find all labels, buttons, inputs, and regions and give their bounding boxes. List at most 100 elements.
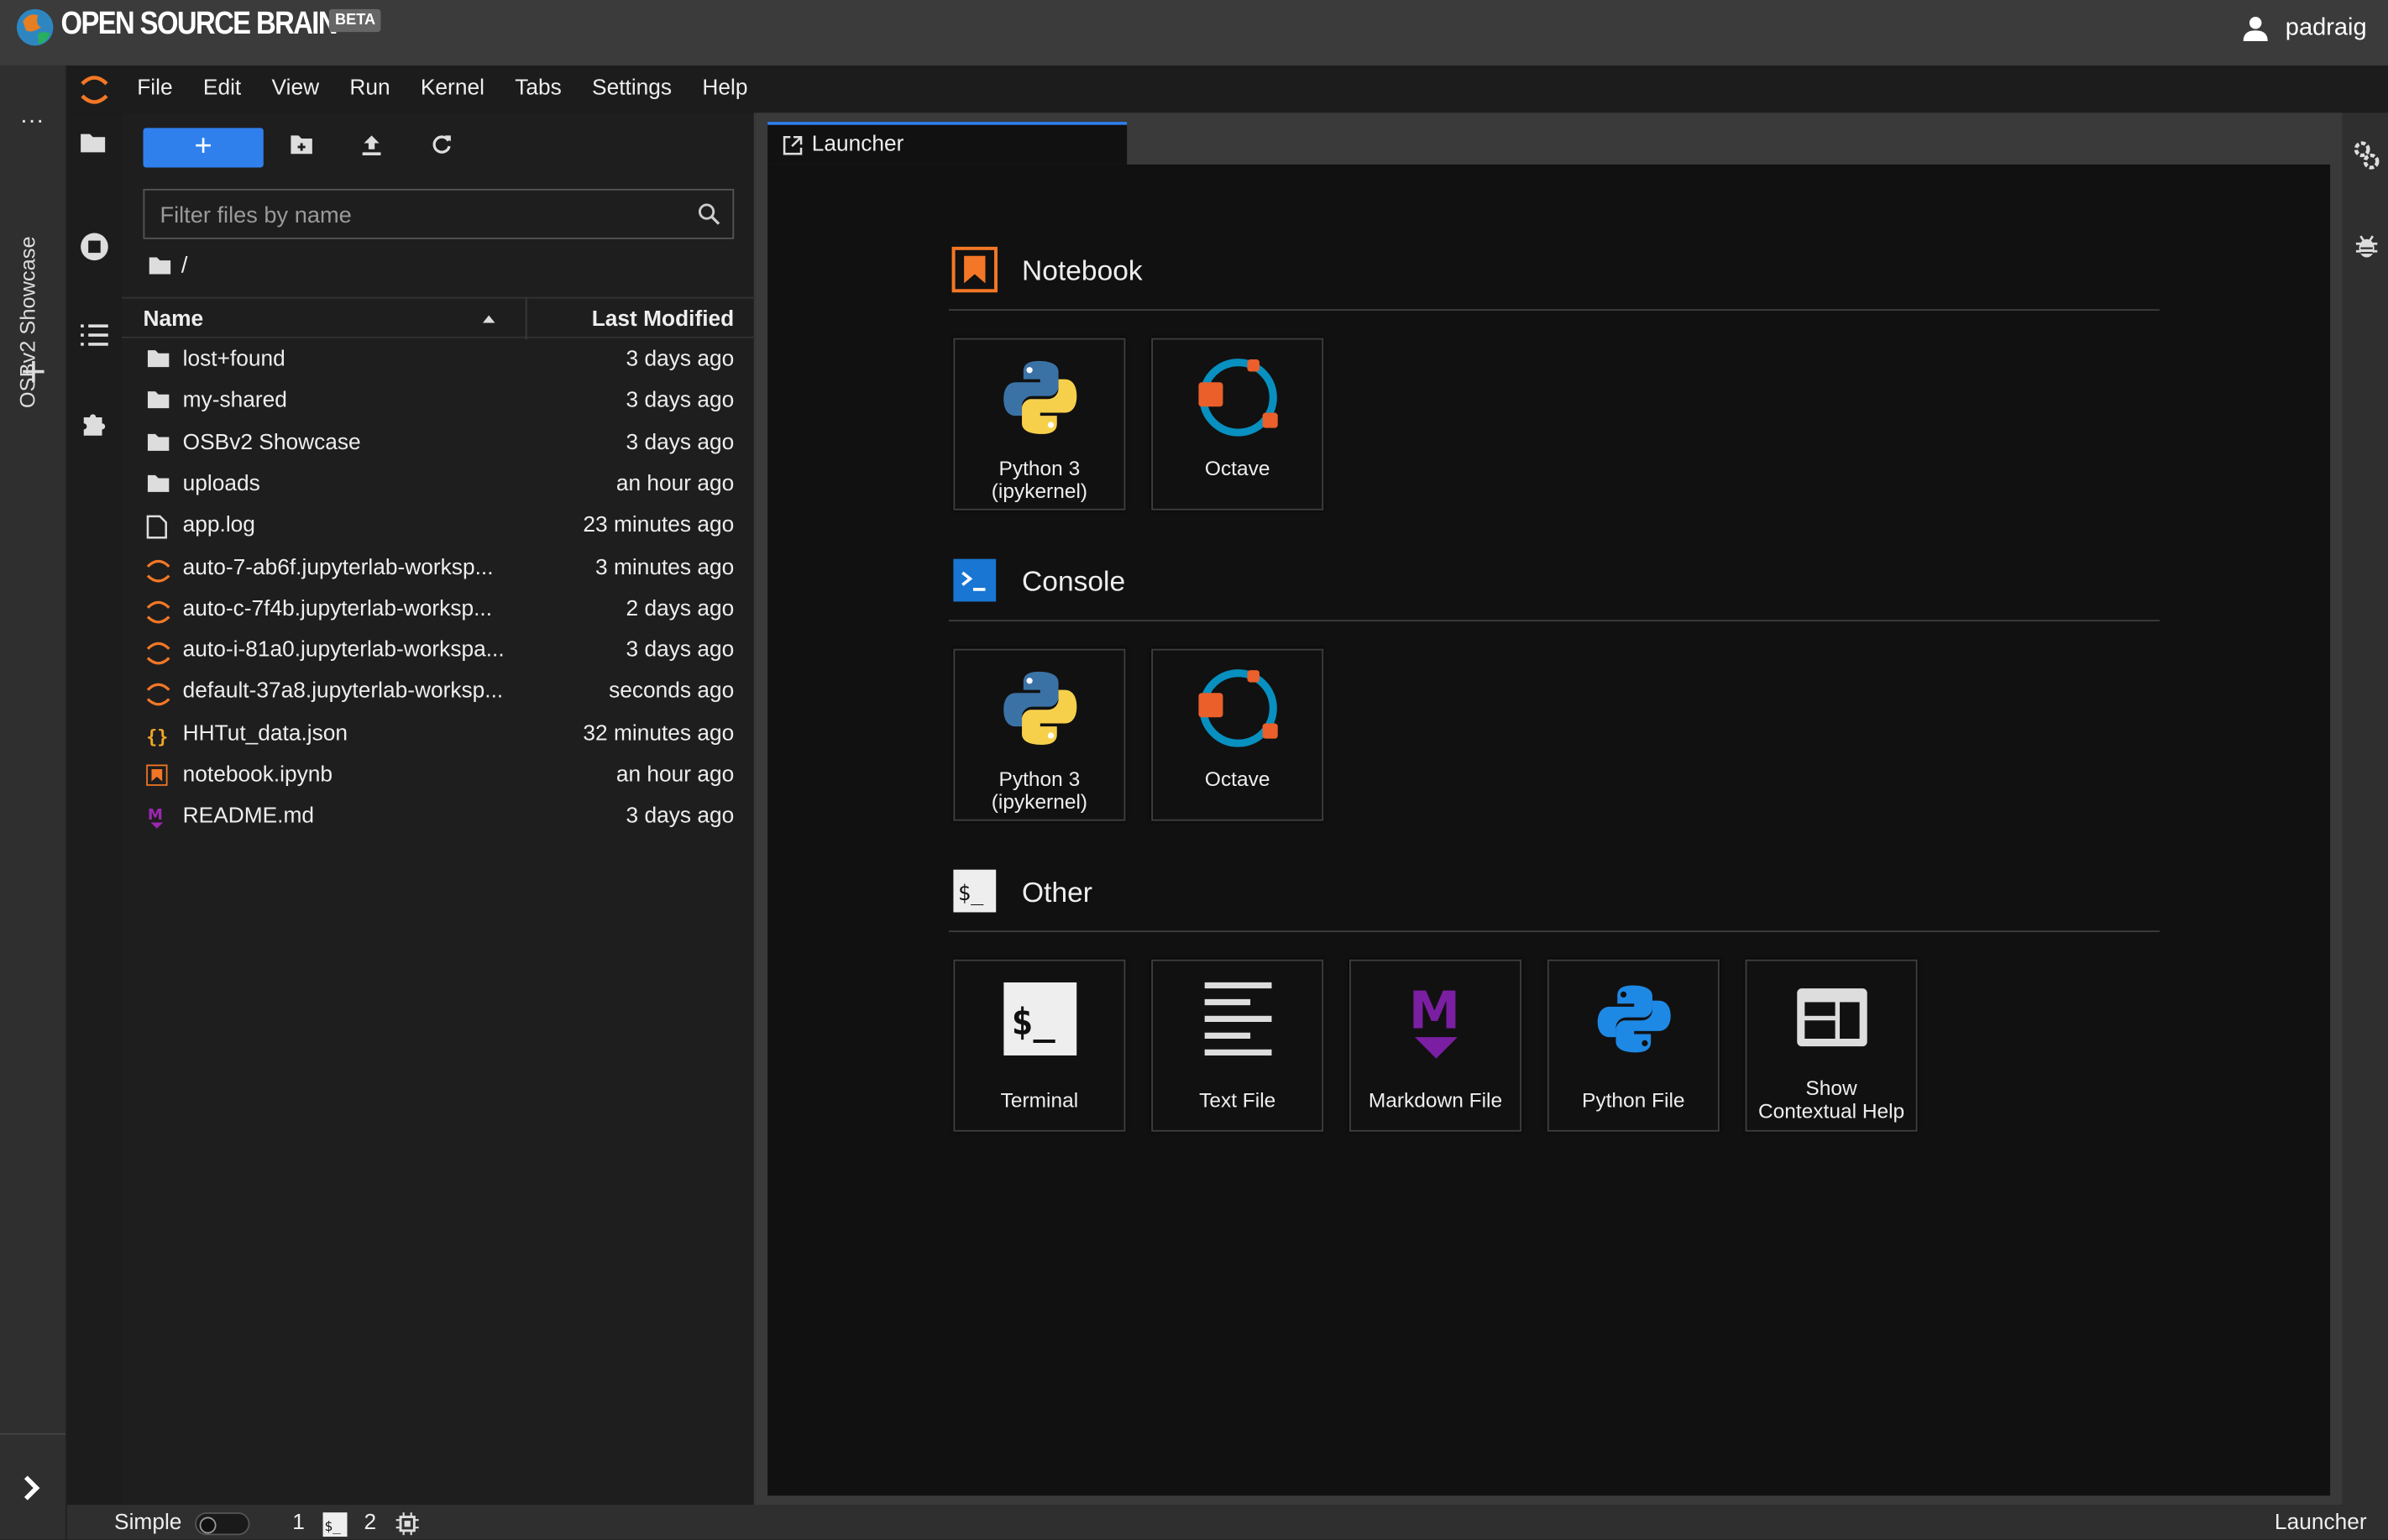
other-section-title: Other <box>1022 875 1092 909</box>
console-section-icon <box>953 558 997 602</box>
upload-icon[interactable] <box>361 134 382 156</box>
file-row[interactable]: OSBv2 Showcase 3 days ago <box>122 424 756 465</box>
notebook-python3-card[interactable]: Python 3 (ipykernel) <box>953 338 1126 511</box>
folder-icon <box>146 474 170 494</box>
file-row[interactable]: notebook.ipynb an hour ago <box>122 757 756 798</box>
simple-mode-toggle[interactable] <box>195 1512 250 1536</box>
file-row[interactable]: lost+found 3 days ago <box>122 341 756 382</box>
file-list-header: Name Last Modified <box>122 296 756 340</box>
file-icon <box>146 515 167 539</box>
markdown-icon: M <box>146 806 167 830</box>
column-name[interactable]: Name <box>143 307 203 332</box>
menu-settings[interactable]: Settings <box>577 65 687 113</box>
brand-title[interactable]: OPEN SOURCE BRAIN <box>61 6 338 43</box>
markdown-file-card[interactable]: M Markdown File <box>1349 959 1521 1132</box>
console-octave-card[interactable]: Octave <box>1151 648 1324 821</box>
file-row[interactable]: auto-i-81a0.jupyterlab-workspa... 3 days … <box>122 632 756 673</box>
file-row[interactable]: uploads an hour ago <box>122 466 756 507</box>
notebook-icon <box>146 764 168 786</box>
user-menu[interactable]: padraig <box>2239 13 2367 44</box>
svg-text:$_: $_ <box>958 880 984 905</box>
markdown-icon: M <box>1409 980 1460 1059</box>
menu-kernel[interactable]: Kernel <box>406 65 500 113</box>
kernel-count[interactable]: 1 <box>292 1511 305 1535</box>
card-label: Octave <box>1204 457 1270 480</box>
column-divider[interactable] <box>525 298 527 340</box>
running-stop-icon[interactable] <box>79 232 109 262</box>
terminal-icon: $_ <box>1003 982 1077 1055</box>
sidebar-icons <box>66 113 123 1506</box>
notebook-octave-card[interactable]: Octave <box>1151 338 1324 511</box>
jupyter-icon <box>146 557 170 584</box>
card-label: Python 3 (ipykernel) <box>991 767 1088 814</box>
menu-run[interactable]: Run <box>334 65 406 113</box>
terminal-status-icon[interactable]: $_ <box>322 1512 348 1537</box>
terminal-count[interactable]: 2 <box>364 1511 376 1535</box>
new-launcher-button[interactable]: + <box>143 128 264 168</box>
text-file-card[interactable]: Text File <box>1151 959 1324 1132</box>
add-tab-icon[interactable] <box>21 359 45 384</box>
console-python3-card[interactable]: Python 3 (ipykernel) <box>953 648 1126 821</box>
user-name: padraig <box>2285 15 2367 41</box>
launcher-panel: Notebook Python 3 (ipykernel) Octave Cons… <box>767 164 2331 1496</box>
menu-edit[interactable]: Edit <box>188 65 257 113</box>
terminal-card[interactable]: $_ Terminal <box>953 959 1126 1132</box>
sort-asc-icon[interactable] <box>481 314 496 323</box>
cpu-chip-icon[interactable] <box>395 1512 419 1536</box>
card-label: Python 3 (ipykernel) <box>991 457 1088 503</box>
python-logo-icon <box>1003 360 1077 434</box>
new-folder-icon[interactable] <box>290 134 314 155</box>
section-divider <box>948 930 2160 933</box>
svg-text:$_: $_ <box>1011 1002 1055 1044</box>
file-row[interactable]: app.log 23 minutes ago <box>122 507 756 548</box>
file-row[interactable]: auto-7-ab6f.jupyterlab-worksp... 3 minute… <box>122 549 756 590</box>
python-file-card[interactable]: Python File <box>1547 959 1720 1132</box>
card-label: Markdown File <box>1368 1088 1503 1113</box>
right-strip <box>2342 113 2388 1506</box>
filter-files-field[interactable] <box>143 188 735 239</box>
breadcrumb[interactable]: / <box>148 253 187 279</box>
card-label: Terminal <box>1000 1088 1079 1113</box>
debugger-bug-icon[interactable] <box>2354 232 2379 259</box>
file-modified: an hour ago <box>615 472 735 497</box>
launcher-icon <box>783 135 803 155</box>
python-logo-icon <box>1003 671 1077 745</box>
file-name: auto-7-ab6f.jupyterlab-worksp... <box>182 555 494 580</box>
file-row[interactable]: auto-c-7f4b.jupyterlab-worksp... 2 days a… <box>122 590 756 631</box>
breadcrumb-root[interactable]: / <box>181 253 188 279</box>
table-of-contents-icon[interactable] <box>79 323 109 348</box>
filter-files-input[interactable] <box>160 202 678 229</box>
file-name: OSBv2 Showcase <box>182 430 361 455</box>
left-strip: ··· OSBv2 Showcase <box>0 65 67 1540</box>
expand-chevron-icon[interactable] <box>18 1475 46 1502</box>
top-bar: OPEN SOURCE BRAIN BETA padraig <box>0 0 2388 65</box>
file-name: README.md <box>182 804 315 830</box>
globe-logo-icon[interactable] <box>13 6 56 49</box>
json-icon: {} <box>146 723 170 747</box>
file-row[interactable]: {} HHTut_data.json 32 minutes ago <box>122 715 756 757</box>
extensions-puzzle-icon[interactable] <box>79 408 109 438</box>
menu-help[interactable]: Help <box>687 65 762 113</box>
menu-view[interactable]: View <box>256 65 334 113</box>
file-modified: 3 days ago <box>626 804 735 830</box>
more-icon[interactable]: ··· <box>20 108 45 136</box>
file-row[interactable]: my-shared 3 days ago <box>122 383 756 424</box>
column-last-modified[interactable]: Last Modified <box>592 307 735 332</box>
property-inspector-gears-icon[interactable] <box>2353 140 2380 170</box>
tab-launcher-label: Launcher <box>811 132 904 157</box>
refresh-icon[interactable] <box>431 134 452 155</box>
status-bar: Simple 1 $_ 2 Launcher <box>66 1505 2388 1540</box>
file-row[interactable]: default-37a8.jupyterlab-worksp... seconds… <box>122 673 756 715</box>
jupyter-logo-icon <box>67 65 122 113</box>
file-row[interactable]: M README.md 3 days ago <box>122 799 756 840</box>
tab-launcher[interactable]: Launcher <box>767 122 1128 165</box>
menu-file[interactable]: File <box>122 65 188 113</box>
file-name: auto-c-7f4b.jupyterlab-worksp... <box>182 596 493 621</box>
file-name: HHTut_data.json <box>182 721 348 746</box>
svg-text:M: M <box>1409 980 1460 1040</box>
folder-icon[interactable] <box>79 131 107 155</box>
menu-tabs[interactable]: Tabs <box>500 65 577 113</box>
contextual-help-card[interactable]: Show Contextual Help <box>1745 959 1918 1132</box>
folder-icon <box>146 390 170 411</box>
console-section-title: Console <box>1022 564 1126 598</box>
